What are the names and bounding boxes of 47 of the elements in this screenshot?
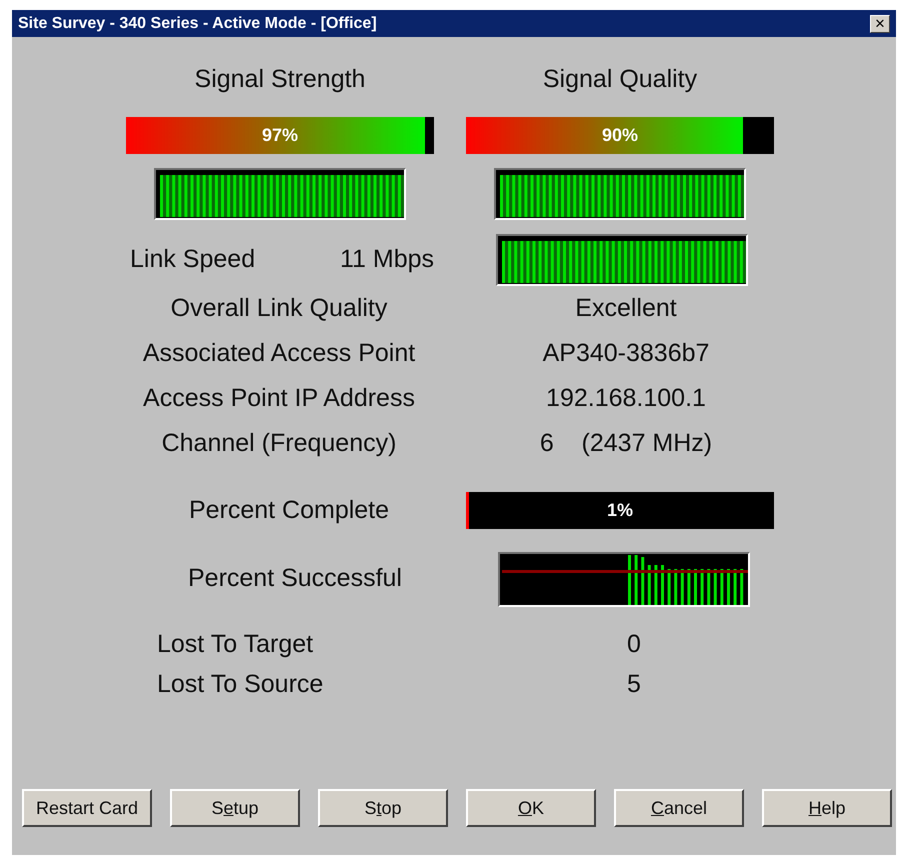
detail-value: Excellent	[574, 292, 678, 324]
graph-bar	[668, 568, 671, 604]
graph-bar	[707, 568, 710, 604]
dialog-button[interactable]: Stop	[318, 789, 448, 827]
meter-heading: Signal Quality	[542, 64, 698, 95]
dialog-button[interactable]: Cancel	[614, 789, 744, 827]
close-button[interactable]: ×	[870, 14, 890, 32]
graph-bar	[734, 568, 737, 604]
percent-successful-label: Percent Successful	[187, 563, 403, 594]
dialog-button[interactable]: Help	[762, 789, 892, 827]
percent-reading: 97%	[260, 124, 300, 147]
percent-reading: 90%	[600, 124, 640, 147]
counter-value: 0	[627, 628, 641, 660]
graph-bar	[694, 568, 697, 604]
meter-heading: Signal Strength	[194, 64, 366, 95]
graph-bar	[687, 568, 690, 604]
graph-bar	[634, 554, 638, 604]
progress-reading: 1%	[606, 499, 634, 522]
dialog-button[interactable]: Restart Card	[22, 789, 152, 827]
graph-bar	[700, 568, 704, 604]
window-title: Site Survey - 340 Series - Active Mode - [Office]	[18, 14, 377, 34]
counter-value: 5	[627, 668, 641, 700]
graph-bar	[714, 568, 717, 604]
graph-bar	[661, 564, 664, 604]
detail-value: 6 (2437 MHz)	[538, 428, 714, 459]
link-speed-label: Link Speed	[130, 244, 256, 276]
graph-bar	[641, 556, 644, 604]
graph-bar	[628, 554, 631, 604]
detail-value: 192.168.100.1	[545, 382, 707, 414]
detail-value: AP340-3836b7	[542, 338, 710, 369]
dialog-button[interactable]: OK	[466, 789, 596, 827]
counter-label: Lost To Target	[157, 628, 314, 660]
percent-complete-label: Percent Complete	[188, 495, 390, 526]
graph-bar	[680, 568, 684, 604]
detail-label: Channel (Frequency)	[160, 428, 398, 459]
detail-label: Associated Access Point	[142, 338, 416, 369]
detail-label: Access Point IP Address	[142, 382, 416, 414]
link-speed-value: 11 Mbps	[340, 244, 436, 276]
counter-label: Lost To Source	[157, 668, 324, 700]
graph-bar	[720, 568, 724, 604]
graph-bar	[654, 564, 658, 604]
graph-bar	[674, 568, 678, 604]
detail-label: Overall Link Quality	[170, 292, 388, 324]
graph-bar	[648, 564, 651, 604]
dialog-button[interactable]: Setup	[170, 789, 300, 827]
graph-bar	[727, 568, 730, 604]
graph-bar	[740, 568, 744, 604]
